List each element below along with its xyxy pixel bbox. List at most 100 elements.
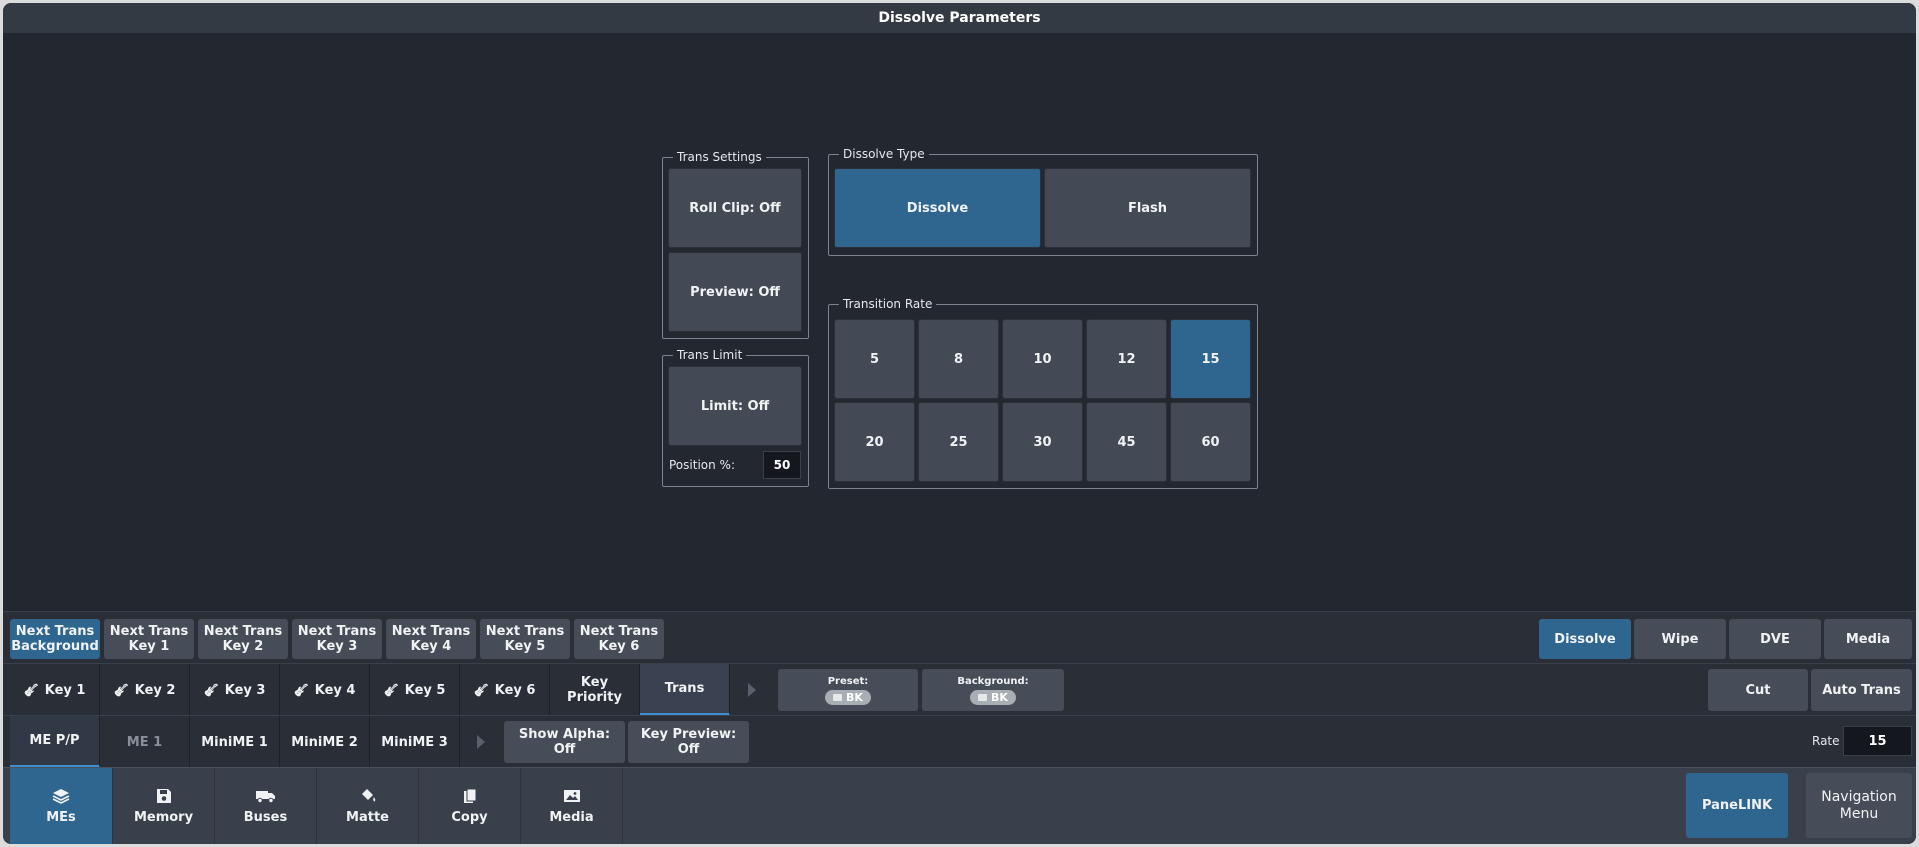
- rate-15-button[interactable]: 15: [1170, 319, 1251, 399]
- tab-trans[interactable]: Trans: [640, 664, 730, 716]
- background-value: BK: [991, 690, 1008, 704]
- preset-pill: BK: [825, 689, 871, 705]
- trans-type-media-button[interactable]: Media: [1824, 619, 1912, 659]
- guitar-icon: 🎸︎: [383, 682, 399, 697]
- rate-30-button[interactable]: 30: [1002, 402, 1083, 482]
- preview-button[interactable]: Preview: Off: [668, 252, 802, 332]
- roll-clip-button[interactable]: Roll Clip: Off: [668, 168, 802, 248]
- rate-input[interactable]: 15: [1843, 726, 1912, 756]
- tab-label: Key 1: [44, 682, 86, 698]
- limit-button[interactable]: Limit: Off: [668, 366, 802, 446]
- source-icon: [833, 693, 843, 701]
- next-trans-key1-button[interactable]: Next Trans Key 1: [104, 619, 194, 659]
- app-window: Dissolve Parameters Trans Settings Roll …: [3, 3, 1916, 844]
- tab-key-1[interactable]: 🎸︎ Key 1: [10, 664, 100, 716]
- rate-12-button[interactable]: 12: [1086, 319, 1167, 399]
- next-trans-line1: Next Trans: [485, 624, 565, 639]
- next-trans-key3-button[interactable]: Next Trans Key 3: [292, 619, 382, 659]
- rate-10-button[interactable]: 10: [1002, 319, 1083, 399]
- nav-tab-matte[interactable]: Matte: [317, 768, 419, 844]
- next-trans-line1: Next Trans: [15, 624, 95, 639]
- next-trans-key5-button[interactable]: Next Trans Key 5: [480, 619, 570, 659]
- rate-8-button[interactable]: 8: [918, 319, 999, 399]
- guitar-icon: 🎸︎: [113, 682, 129, 697]
- nav-tab-label: Media: [549, 810, 594, 825]
- trans-type-dissolve-button[interactable]: Dissolve: [1539, 619, 1631, 659]
- tab-key-2[interactable]: 🎸︎ Key 2: [100, 664, 190, 716]
- paint-bucket-icon: [361, 789, 375, 802]
- cut-button[interactable]: Cut: [1708, 669, 1808, 711]
- next-trans-key4-button[interactable]: Next Trans Key 4: [386, 619, 476, 659]
- next-trans-key6-button[interactable]: Next Trans Key 6: [574, 619, 664, 659]
- rate-60-button[interactable]: 60: [1170, 402, 1251, 482]
- rate-45-button[interactable]: 45: [1086, 402, 1167, 482]
- image-icon: [563, 790, 580, 802]
- tab-label-line2: Priority: [567, 690, 622, 705]
- next-trans-background-button[interactable]: Next Trans Background: [10, 619, 100, 659]
- next-trans-line2: Key 3: [316, 639, 358, 654]
- tab-minime-2[interactable]: MiniME 2: [280, 716, 370, 768]
- tab-key-4[interactable]: 🎸︎ Key 4: [280, 664, 370, 716]
- tab-key-priority[interactable]: Key Priority: [550, 664, 640, 716]
- nav-tab-media[interactable]: Media: [521, 768, 623, 844]
- guitar-icon: 🎸︎: [203, 682, 219, 697]
- guitar-icon: 🎸︎: [293, 682, 309, 697]
- dissolve-type-dissolve-button[interactable]: Dissolve: [834, 168, 1041, 248]
- position-label: Position %:: [669, 458, 735, 472]
- background-label: Background:: [957, 675, 1029, 687]
- tab-me-1[interactable]: ME 1: [100, 716, 190, 768]
- key-preview-button[interactable]: Key Preview: Off: [628, 721, 749, 763]
- next-trans-key2-button[interactable]: Next Trans Key 2: [198, 619, 288, 659]
- navigation-menu-button[interactable]: Navigation Menu: [1806, 773, 1912, 838]
- tab-key-3[interactable]: 🎸︎ Key 3: [190, 664, 280, 716]
- tab-key-6[interactable]: 🎸︎ Key 6: [460, 664, 550, 716]
- navigation-menu-line2: Menu: [1839, 805, 1879, 822]
- position-input[interactable]: 50: [763, 451, 801, 479]
- trans-type-dve-button[interactable]: DVE: [1729, 619, 1821, 659]
- nav-tab-memory[interactable]: Memory: [113, 768, 215, 844]
- preset-value: BK: [846, 690, 863, 704]
- tab-label-line1: Key: [580, 675, 609, 690]
- background-button[interactable]: Background: BK: [922, 669, 1064, 711]
- tab-label: Key 3: [224, 682, 266, 698]
- preset-button[interactable]: Preset: BK: [778, 669, 918, 711]
- rate-label: Rate: [1812, 734, 1840, 748]
- nav-tab-buses[interactable]: Buses: [215, 768, 317, 844]
- next-trans-line2: Key 5: [504, 639, 546, 654]
- tab-me-pp[interactable]: ME P/P: [10, 716, 100, 768]
- scroll-right-arrow-icon[interactable]: [748, 683, 756, 697]
- nav-tab-label: Copy: [451, 810, 488, 825]
- next-trans-line2: Key 4: [410, 639, 452, 654]
- auto-trans-button[interactable]: Auto Trans: [1811, 669, 1912, 711]
- next-trans-line2: Key 1: [128, 639, 170, 654]
- show-alpha-line2: Off: [553, 742, 576, 757]
- scroll-right-arrow-icon[interactable]: [477, 735, 485, 749]
- tab-label: Key 4: [314, 682, 356, 698]
- transition-rate-legend: Transition Rate: [839, 296, 937, 312]
- navigation-menu-line1: Navigation: [1821, 788, 1897, 805]
- next-trans-line1: Next Trans: [579, 624, 659, 639]
- tab-minime-3[interactable]: MiniME 3: [370, 716, 460, 768]
- nav-tab-label: Matte: [346, 810, 389, 825]
- show-alpha-line1: Show Alpha:: [518, 727, 611, 742]
- key-tabs-bar: 🎸︎ Key 1 🎸︎ Key 2 🎸︎ Key 3 🎸︎ Key 4 🎸︎ Key 5 …: [3, 663, 1916, 716]
- key-preview-line1: Key Preview:: [640, 727, 737, 742]
- rate-25-button[interactable]: 25: [918, 402, 999, 482]
- next-trans-line2: Background: [11, 639, 99, 654]
- copy-icon: [463, 788, 476, 803]
- tab-minime-1[interactable]: MiniME 1: [190, 716, 280, 768]
- save-icon: [156, 789, 171, 803]
- me-tabs-bar: ME P/P ME 1 MiniME 1 MiniME 2 MiniME 3 S…: [3, 715, 1916, 768]
- nav-tab-mes[interactable]: MEs: [10, 768, 113, 844]
- dissolve-type-flash-button[interactable]: Flash: [1044, 168, 1251, 248]
- nav-tab-copy[interactable]: Copy: [419, 768, 521, 844]
- tab-key-5[interactable]: 🎸︎ Key 5: [370, 664, 460, 716]
- guitar-icon: 🎸︎: [23, 682, 39, 697]
- panelink-button[interactable]: PaneLINK: [1686, 773, 1788, 838]
- trans-type-wipe-button[interactable]: Wipe: [1634, 619, 1726, 659]
- show-alpha-button[interactable]: Show Alpha: Off: [504, 721, 625, 763]
- rate-20-button[interactable]: 20: [834, 402, 915, 482]
- next-trans-line1: Next Trans: [297, 624, 377, 639]
- rate-5-button[interactable]: 5: [834, 319, 915, 399]
- next-trans-line1: Next Trans: [109, 624, 189, 639]
